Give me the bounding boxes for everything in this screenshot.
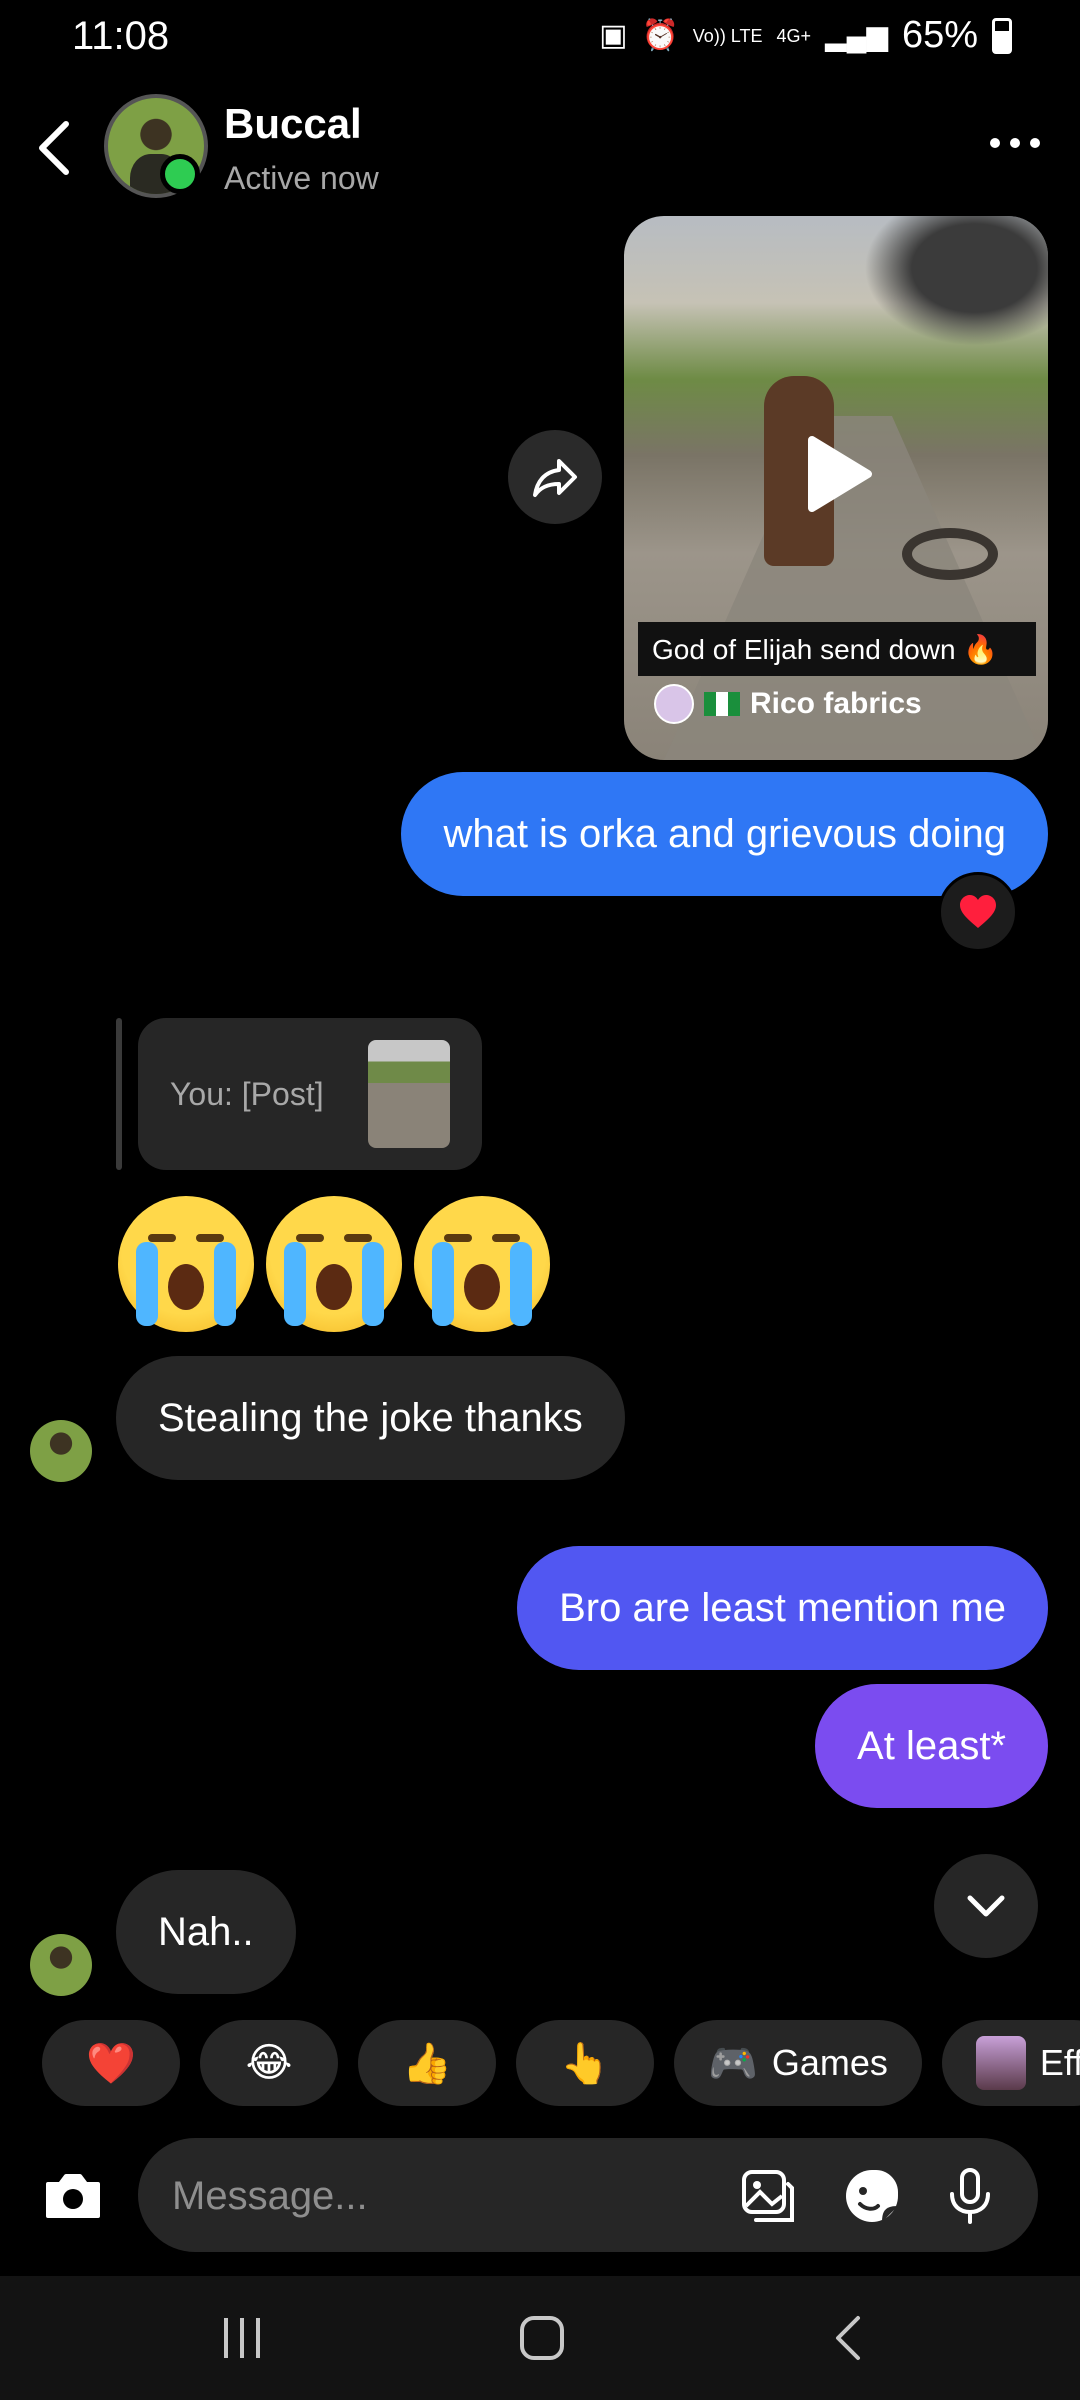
scroll-to-bottom-button[interactable] bbox=[934, 1854, 1038, 1958]
heart-icon bbox=[960, 895, 996, 928]
message-incoming[interactable]: Nah.. bbox=[116, 1870, 296, 1994]
message-outgoing[interactable]: what is orka and grievous doing bbox=[401, 772, 1048, 896]
play-icon[interactable] bbox=[804, 434, 874, 514]
share-arrow-icon bbox=[533, 459, 577, 497]
point-up-icon: 👆 bbox=[560, 2041, 610, 2086]
contact-name[interactable]: Buccal bbox=[224, 100, 362, 148]
back-arrow-icon[interactable] bbox=[34, 118, 74, 178]
heart-icon: ❤️ bbox=[86, 2041, 136, 2086]
recent-apps-icon[interactable] bbox=[216, 2312, 268, 2364]
online-indicator bbox=[160, 154, 200, 194]
sender-avatar[interactable] bbox=[30, 1934, 92, 1996]
clipboard-icon: ▣ bbox=[599, 19, 628, 52]
emoji-message[interactable] bbox=[118, 1196, 550, 1332]
chevron-down-icon bbox=[967, 1895, 1005, 1917]
share-button[interactable] bbox=[508, 430, 602, 524]
reply-indicator-bar bbox=[116, 1018, 122, 1170]
message-outgoing[interactable]: At least* bbox=[815, 1684, 1048, 1808]
home-icon[interactable] bbox=[516, 2312, 568, 2364]
loudly-crying-face-icon bbox=[266, 1196, 402, 1332]
effects-label: Eff bbox=[1039, 2042, 1080, 2083]
volte-label: Vo)) LTE bbox=[692, 25, 763, 46]
more-options-icon[interactable] bbox=[990, 138, 1040, 148]
battery-icon bbox=[992, 17, 1012, 54]
author-name: Rico fabrics bbox=[750, 687, 922, 720]
shared-reel-post[interactable]: God of Elijah send down 🔥 Rico fabrics bbox=[624, 216, 1048, 760]
effects-thumbnail bbox=[975, 2036, 1026, 2090]
author-avatar bbox=[654, 684, 694, 724]
alarm-icon: ⏰ bbox=[641, 19, 679, 52]
system-navigation-bar bbox=[0, 2276, 1080, 2400]
thumbs-up-icon: 👍 bbox=[402, 2041, 452, 2086]
status-time: 11:08 bbox=[72, 14, 170, 58]
microphone-icon[interactable] bbox=[940, 2166, 1000, 2226]
loudly-crying-face-icon bbox=[414, 1196, 550, 1332]
contact-status: Active now bbox=[224, 160, 379, 196]
battery-percent: 65% bbox=[901, 14, 978, 56]
post-thumbnail-tire bbox=[902, 528, 998, 580]
status-icons: ▣ ⏰ Vo)) LTE 4G+ ▂▄▆ 65% bbox=[599, 14, 1012, 57]
tears-of-joy-icon: 😂 bbox=[245, 2041, 293, 2085]
message-incoming[interactable]: Stealing the joke thanks bbox=[116, 1356, 625, 1480]
back-icon[interactable] bbox=[828, 2312, 868, 2364]
message-outgoing[interactable]: Bro are least mention me bbox=[517, 1546, 1048, 1670]
gallery-icon[interactable] bbox=[738, 2166, 798, 2226]
quick-reply-point-up[interactable]: 👆 bbox=[516, 2020, 654, 2106]
nigeria-flag-icon bbox=[704, 692, 740, 716]
message-composer bbox=[138, 2138, 1038, 2254]
post-thumbnail-smoke bbox=[864, 216, 1048, 346]
quick-reply-bar: ❤️ 😂 👍 👆 🎮 Games Eff bbox=[42, 2020, 1080, 2106]
quick-reply-thumbs-up[interactable]: 👍 bbox=[358, 2020, 496, 2106]
quick-reply-effects[interactable]: Eff bbox=[941, 2020, 1080, 2106]
sticker-icon[interactable] bbox=[842, 2166, 902, 2226]
reply-preview-thumbnail bbox=[368, 1040, 450, 1148]
quick-reply-games[interactable]: 🎮 Games bbox=[674, 2020, 922, 2106]
post-caption: God of Elijah send down 🔥 bbox=[638, 622, 1036, 676]
loudly-crying-face-icon bbox=[118, 1196, 254, 1332]
signal-icon: ▂▄▆ bbox=[825, 20, 888, 51]
reply-preview-text: You: [Post] bbox=[170, 1075, 324, 1112]
camera-icon[interactable] bbox=[40, 2162, 106, 2228]
post-author[interactable]: Rico fabrics bbox=[654, 684, 922, 724]
sender-avatar[interactable] bbox=[30, 1420, 92, 1482]
message-input[interactable] bbox=[170, 2138, 654, 2254]
heart-reaction[interactable] bbox=[938, 872, 1018, 952]
game-controller-icon: 🎮 bbox=[708, 2041, 758, 2086]
quick-reply-laugh[interactable]: 😂 bbox=[200, 2020, 338, 2106]
quick-reply-heart[interactable]: ❤️ bbox=[42, 2020, 180, 2106]
network-type: 4G+ bbox=[776, 25, 812, 46]
games-label: Games bbox=[771, 2042, 888, 2083]
